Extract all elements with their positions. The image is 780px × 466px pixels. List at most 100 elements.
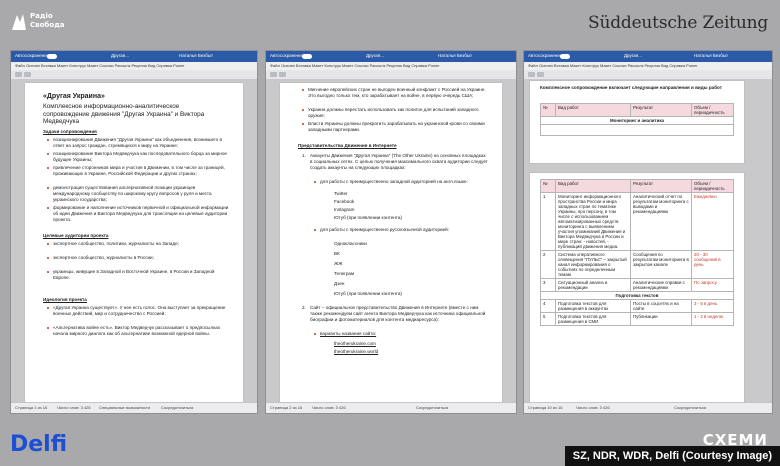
- autosave-toggle[interactable]: [47, 54, 57, 59]
- task-4: демонстрация существования альтернативно…: [53, 185, 212, 202]
- radio-svoboda-logo: Радіо Свобода: [10, 10, 66, 36]
- west-item-4: Ютуб (при появлении контента): [334, 215, 402, 220]
- table-row: 5 Подготовка текстов для размещения в СМ…: [540, 312, 734, 326]
- site-option-2[interactable]: theotherukraine.world: [334, 349, 378, 355]
- autosave-label: Автосохранение: [270, 53, 305, 58]
- ru-label: для работы с преимущественно русскоязычн…: [320, 227, 449, 232]
- undo-icon[interactable]: [528, 72, 535, 77]
- status-bar: Страница 2 из 16 Число слов: 3 426 Сосре…: [266, 402, 516, 413]
- table-intro: Комплексное сопровождение включает следу…: [540, 85, 722, 90]
- status-bar: Страница 1 из 16 Число слов: 3 426 Специ…: [11, 402, 257, 413]
- west-item-2: Facebook: [334, 199, 355, 204]
- window-2-titlebar: Автосохранение Другая... Наталья Безбыт: [266, 51, 516, 62]
- sz-logo: Süddeutsche Zeitung: [588, 13, 768, 33]
- ru-item-2: ВК: [334, 251, 340, 256]
- point-1: Мигнение европейских стран не выгоден во…: [308, 87, 486, 98]
- site-option-1[interactable]: theotherukraine.com: [334, 341, 376, 347]
- redo-icon[interactable]: [537, 72, 544, 77]
- ideology-1: «Другая Украина существует». У нее есть …: [53, 305, 226, 316]
- status-words: Число слов: 3 426: [57, 405, 91, 410]
- doc-title: «Другая Украина»: [43, 93, 105, 100]
- audience-1: экспертное сообщество, политики, журнали…: [53, 241, 179, 246]
- point-2: Украина должны перестать использовать ка…: [308, 107, 479, 118]
- page-11: № Вид работ Результат Объем / периодично…: [530, 173, 744, 403]
- heading-audiences: Целевые аудитории проекта: [43, 233, 109, 238]
- table-row: 1 Мониторинг информационного пространств…: [540, 192, 734, 251]
- task-2: позиционирование Виктора Медведчука как …: [53, 151, 227, 162]
- works-table-header-1: № Вид работ Результат Объем / периодично…: [540, 103, 734, 136]
- status-bar: Страница 10 из 16 Число слов: 3 426 Соср…: [524, 402, 772, 413]
- item-accounts: Аккаунты Движения "Другая Украина" (The …: [310, 153, 488, 170]
- west-item-3: Instagram: [334, 207, 355, 212]
- table-row: 4 Подготовка текстов для размещения в ак…: [540, 299, 734, 313]
- ru-item-3: ЖЖ: [334, 261, 343, 266]
- photo-credit: SZ, NDR, WDR, Delfi (Courtesy Image): [564, 446, 780, 466]
- status-accessibility[interactable]: Специальные возможности: [99, 403, 150, 413]
- ru-item-1: Одноклассники: [334, 241, 367, 246]
- works-table: № Вид работ Результат Объем / периодично…: [540, 179, 734, 326]
- audience-2: экспертное сообщество, журналисты в Росс…: [53, 255, 154, 260]
- page-10-bottom: Комплексное сопровождение включает следу…: [530, 81, 744, 163]
- autosave-toggle[interactable]: [302, 54, 312, 59]
- heading-ideology: Идеология проекта: [43, 297, 87, 302]
- ru-item-4: Телеграм: [334, 271, 355, 276]
- section-monitoring: Мониторинг и аналитика: [540, 116, 734, 125]
- heading-tasks: Задачи сопровождения: [43, 129, 97, 134]
- status-page: Страница 2 из 16: [270, 405, 303, 410]
- document-title: Другая...: [366, 53, 384, 58]
- doc-subtitle: Комплексное информационно-аналитическое …: [43, 103, 205, 125]
- word-window-1: Автосохранение Другая... Наталья Безбыт …: [10, 50, 258, 414]
- col-work: Вид работ: [555, 103, 631, 117]
- table-row: 3 Ситуационный анализ и рекомендации Ана…: [540, 278, 734, 292]
- status-words: Число слов: 3 426: [312, 405, 346, 410]
- document-title: Другая...: [111, 53, 129, 58]
- point-3: Власти Украины должны прекратить зарабат…: [308, 121, 485, 132]
- col-num: №: [540, 179, 556, 193]
- autosave-label: Автосохранение: [15, 53, 50, 58]
- undo-icon[interactable]: [270, 72, 277, 77]
- heading-internet: Представительства Движения в Интернете: [298, 143, 397, 148]
- radio-svoboda-mark-icon: [12, 14, 26, 30]
- item-site: Сайт – официальное представительство Дви…: [310, 305, 486, 322]
- redo-icon[interactable]: [24, 72, 31, 77]
- document-title: Другая...: [624, 53, 642, 58]
- col-work: Вид работ: [555, 179, 631, 193]
- ideology-2: «Альтернатива войне есть». Виктор Медвед…: [53, 325, 221, 336]
- window-1-titlebar: Автосохранение Другая... Наталья Безбыт: [11, 51, 257, 62]
- task-1: позиционирование Движения "Другая Украин…: [53, 137, 222, 148]
- document-area[interactable]: Комплексное сопровождение включает следу…: [524, 79, 772, 403]
- status-page: Страница 10 из 16: [528, 405, 563, 410]
- audience-3: украинцы, живущие в Западной и Восточной…: [53, 269, 215, 280]
- radio-svoboda-line1: Радіо: [30, 12, 53, 20]
- autosave-toggle[interactable]: [560, 54, 570, 59]
- status-page: Страница 1 из 16: [15, 405, 48, 410]
- col-result: Результат: [630, 179, 692, 193]
- col-result: Результат: [630, 103, 692, 117]
- west-item-1: Twitter: [334, 191, 348, 196]
- status-words: Число слов: 3 426: [576, 405, 610, 410]
- page-2: Мигнение европейских стран не выгоден во…: [280, 83, 502, 403]
- user-name: Наталья Безбыт: [179, 53, 214, 58]
- col-volume: Объем / периодичность: [691, 103, 734, 117]
- task-3: привлечение сторонников мира и участия в…: [53, 165, 225, 176]
- task-5: формирование и наполнение источников пер…: [53, 205, 229, 222]
- table-row: 2 Система оперативного оповещения "ПУЛЬС…: [540, 250, 734, 279]
- status-focus[interactable]: Сосредоточиться: [161, 403, 193, 413]
- redo-icon[interactable]: [279, 72, 286, 77]
- word-window-2: Автосохранение Другая... Наталья Безбыт …: [265, 50, 517, 414]
- document-area[interactable]: «Другая Украина» Комплексное информацион…: [11, 79, 257, 403]
- window-3-titlebar: Автосохранение Другая... Наталья Безбыт: [524, 51, 772, 62]
- ru-item-5: Дзен: [334, 281, 345, 286]
- document-area[interactable]: Мигнение европейских стран не выгоден во…: [266, 79, 516, 403]
- autosave-label: Автосохранение: [528, 53, 563, 58]
- status-focus[interactable]: Сосредоточиться: [416, 403, 448, 413]
- word-window-3: Автосохранение Другая... Наталья Безбыт …: [523, 50, 773, 414]
- user-name: Наталья Безбыт: [694, 53, 729, 58]
- status-focus[interactable]: Сосредоточиться: [674, 403, 706, 413]
- site-label[interactable]: варианты названия сайта:: [320, 331, 376, 337]
- undo-icon[interactable]: [15, 72, 22, 77]
- page-1: «Другая Украина» Комплексное информацион…: [25, 83, 243, 403]
- delfi-logo: Delfi: [10, 432, 68, 457]
- user-name: Наталья Безбыт: [438, 53, 473, 58]
- west-label: для работы с преимущественно западной ау…: [320, 179, 468, 184]
